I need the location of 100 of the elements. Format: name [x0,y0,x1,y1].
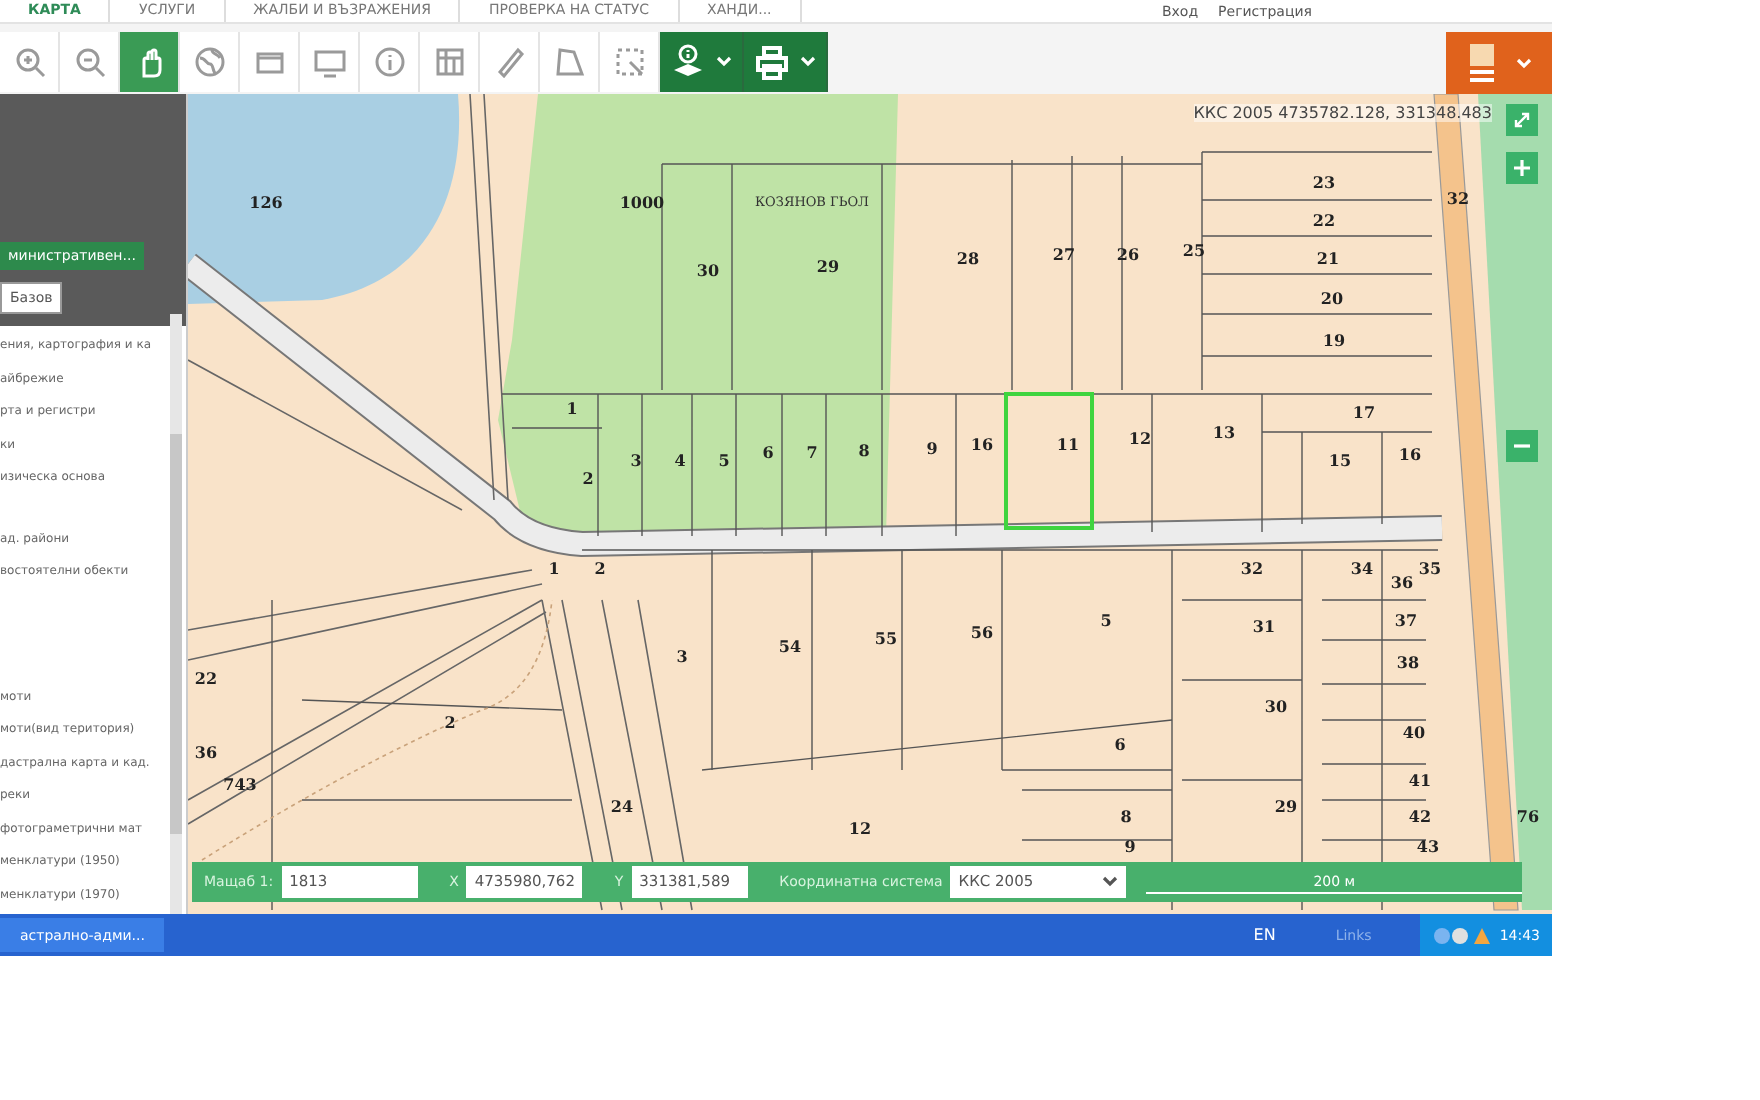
map-tool-button[interactable] [180,32,240,92]
parcel-number: 41 [1408,770,1432,790]
parcel-number: 13 [1212,422,1236,442]
selection-icon [613,46,645,78]
parcel-number: 2 [594,558,606,578]
parcel-number: 8 [1120,806,1132,826]
parcel-number: 12 [848,818,872,838]
expand-icon [1514,112,1530,128]
legend-button[interactable] [1446,32,1552,94]
plus-icon [1514,160,1530,176]
parcel-number: 7 [806,442,818,462]
parcel-number: 16 [970,434,994,454]
info-icon [373,46,405,78]
parcel-number: 36 [1390,572,1414,592]
parcel-number: 23 [1312,172,1336,192]
tray-icons [1431,923,1492,947]
parcel-number: 2 [582,468,594,488]
chevron-down-icon [800,56,816,68]
parcel-number: 743 [223,774,257,794]
parcel-number: 16 [1398,444,1422,464]
parcel-number: 40 [1402,722,1426,742]
parcel-number: 29 [816,256,840,276]
parcel-number: 29 [1274,796,1298,816]
chevron-down-icon [1102,876,1119,888]
layers-info-icon [670,44,706,80]
parcel-number: 55 [874,628,898,648]
polygon-icon [553,46,585,78]
parcel-number: 31 [1252,616,1276,636]
zoom-in-button[interactable] [1506,152,1538,184]
parcel-number: 56 [970,622,994,642]
parcel-number: 30 [1264,696,1288,716]
parcel-number: 37 [1394,610,1418,630]
parcel-number: 34 [1350,558,1374,578]
zoom-out-button[interactable] [1506,430,1538,462]
dropdown-button[interactable] [744,32,828,92]
screen-icon [313,46,345,78]
parcel-number: 19 [1322,330,1346,350]
parcel-number: 9 [926,438,938,458]
scrollbar[interactable] [170,314,182,914]
parcel-number: 1000 [619,192,665,212]
parcel-number: 26 [1116,244,1140,264]
map-tool-button[interactable] [360,32,420,92]
parcel-number: 35 [1418,558,1442,578]
printer-icon [754,44,790,80]
parcel-number: 11 [1056,434,1080,454]
chevron-down-icon [1515,57,1531,69]
ruler-icon [493,46,525,78]
parcel-number: 3 [676,646,688,666]
parcel-number: 15 [1328,450,1352,470]
parcel-number: 38 [1396,652,1420,672]
map-tool-button[interactable] [60,32,120,92]
map-tool-button[interactable] [240,32,300,92]
parcel-number: 17 [1352,402,1376,422]
parcel-number: 20 [1320,288,1344,308]
globe-icon [193,46,225,78]
map-tool-button[interactable] [480,32,540,92]
map-tool-button[interactable] [540,32,600,92]
parcel-number: 42 [1408,806,1432,826]
parcel-number: 21 [1316,248,1340,268]
parcel-number: 27 [1052,244,1076,264]
grid-icon [433,46,465,78]
parcel-number: 4 [674,450,686,470]
parcel-number: 3 [630,450,642,470]
parcel-number: 32 [1446,188,1470,208]
chevron-down-icon [716,56,732,68]
parcel-number: 32 [1240,558,1264,578]
zoom-in-icon [13,46,45,78]
parcel-number: 1 [566,398,578,418]
map-tool-button[interactable] [420,32,480,92]
parcel-number: 2 [444,712,456,732]
minus-icon [1514,438,1530,454]
parcel-number: 12 [1128,428,1152,448]
parcel-number: 36 [194,742,218,762]
cursor-coordinates: ККС 2005 4735782.128, 331348.483 [1193,104,1492,122]
parcel-number: 22 [1312,210,1336,230]
parcel-number: 6 [762,442,774,462]
parcel-number: 9 [1124,836,1136,856]
map-tool-button[interactable] [120,32,180,92]
parcel-number: 54 [778,636,802,656]
map-tool-button[interactable] [0,32,60,92]
dropdown-button[interactable] [660,32,744,92]
legend-icon [1467,41,1495,85]
parcel-number: 43 [1416,836,1440,856]
language-indicator[interactable]: EN [1253,926,1276,944]
parcel-number: 24 [610,796,634,816]
parcel-number: 22 [194,668,218,688]
zoom-out-icon [73,46,105,78]
parcel-number: 126 [249,192,283,212]
map-tool-button[interactable] [300,32,360,92]
parcel-number: 25 [1182,240,1206,260]
parcel-number: 5 [718,450,730,470]
parcel-number: 30 [696,260,720,280]
parcel-number: 5 [1100,610,1112,630]
parcel-number: 76 [1516,806,1540,826]
parcel-number: 6 [1114,734,1126,754]
map-tool-button[interactable] [600,32,660,92]
parcel-number: 8 [858,440,870,460]
parcel-number: 28 [956,248,980,268]
parcel-number: 1 [548,558,560,578]
fullscreen-button[interactable] [1506,104,1538,136]
